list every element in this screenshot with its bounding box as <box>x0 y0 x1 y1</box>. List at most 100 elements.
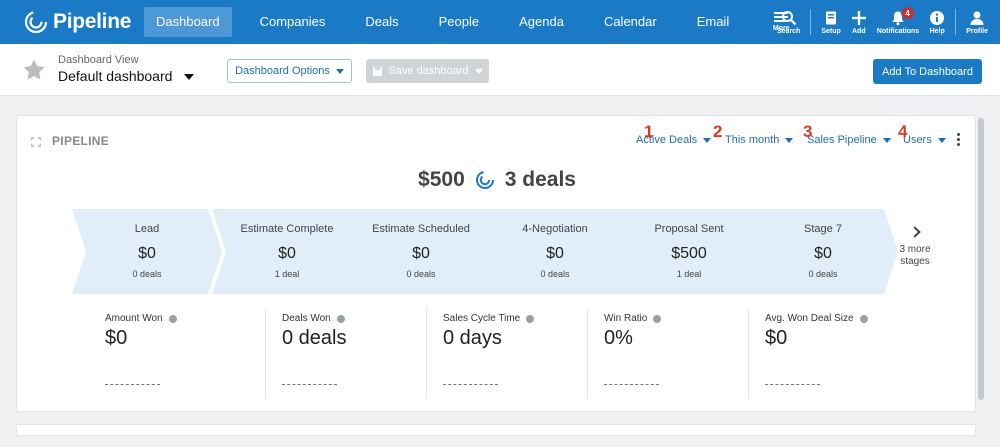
metric-label: Deals Won <box>282 313 331 324</box>
save-dashboard-label: Save dashboard <box>388 65 469 77</box>
annotation-number: 1 <box>644 122 654 141</box>
stage-count: 0 deals <box>132 269 162 279</box>
dashboard-view-label: Dashboard View <box>58 54 139 66</box>
widget-title: PIPELINE <box>52 134 110 148</box>
more-options-icon[interactable] <box>957 133 961 147</box>
expand-icon[interactable] <box>30 136 42 148</box>
nav-deals[interactable]: Deals <box>345 7 418 37</box>
stage-count: 0 deals <box>540 269 570 279</box>
dashboard-view-select[interactable]: Default dashboard <box>58 68 172 84</box>
profile-button[interactable]: Profile <box>961 10 1000 35</box>
stage-value: $0 <box>278 245 296 262</box>
chevron-down-icon <box>937 137 946 143</box>
dashboard-toolbar: Dashboard View Default dashboard Dashboa… <box>0 44 1000 96</box>
user-icon <box>970 11 984 25</box>
stage-count: 0 deals <box>406 269 436 279</box>
metric-value: 0% <box>604 327 633 349</box>
metric-label: Win Ratio <box>604 313 648 324</box>
more-stages-line2: stages <box>900 256 930 267</box>
stage-name: Estimate Scheduled <box>372 223 470 235</box>
plus-icon <box>851 10 866 25</box>
stage-estimate-complete[interactable]: Estimate Complete $0 1 deal <box>212 209 362 294</box>
nav-dashboard[interactable]: Dashboard <box>144 7 232 37</box>
pipeline-widget: PIPELINE 1 Active Deals 2 This month 3 S… <box>16 115 976 412</box>
setup-label: Setup <box>821 27 841 35</box>
filter-label: Sales Pipeline <box>807 134 877 146</box>
pipeline-summary: $500 3 deals <box>17 168 977 192</box>
nav-people[interactable]: People <box>419 7 499 37</box>
stage-name: 4-Negotiation <box>522 223 588 235</box>
help-button[interactable]: Help <box>924 10 950 35</box>
stage-negotiation[interactable]: 4-Negotiation $0 0 deals <box>480 209 630 294</box>
brand-logo[interactable]: Pipeline <box>0 0 144 44</box>
nav-agenda[interactable]: Agenda <box>499 7 584 37</box>
metric-label-row: Avg. Won Deal Size <box>765 313 868 324</box>
stage-count: 0 deals <box>808 269 838 279</box>
add-button[interactable]: Add <box>846 10 872 35</box>
stage-count: 1 deal <box>274 269 300 279</box>
metric-label: Amount Won <box>105 313 163 324</box>
metric-win-ratio: Win Ratio 0% <box>587 309 748 399</box>
nav-divider <box>810 9 812 35</box>
search-icon <box>781 10 796 25</box>
sparkline-placeholder <box>105 384 160 385</box>
more-stages-button[interactable]: 3 more stages <box>893 224 937 268</box>
filter-users[interactable]: 4 Users <box>898 122 946 146</box>
stage-value: $0 <box>814 245 832 262</box>
chevron-down-icon <box>474 68 483 74</box>
dashboard-options-button[interactable]: Dashboard Options <box>227 59 352 83</box>
notification-count-badge: 4 <box>900 5 915 20</box>
chevron-down-icon <box>785 137 794 143</box>
metric-label-row: Deals Won <box>282 313 345 324</box>
stage-count: 1 deal <box>676 269 702 279</box>
pipeline-logo-icon <box>24 10 48 34</box>
book-icon <box>826 11 837 24</box>
notifications-button[interactable]: 4 Notifications <box>872 5 924 35</box>
search-label: Search <box>777 27 801 35</box>
save-dashboard-button[interactable]: Save dashboard <box>366 59 489 83</box>
main-nav-links: Dashboard Companies Deals People Agenda … <box>144 0 801 44</box>
pipeline-stages: Lead $0 0 deals Estimate Complete $0 1 d… <box>72 209 902 294</box>
stage-proposal-sent[interactable]: Proposal Sent $500 1 deal <box>614 209 764 294</box>
annotation-number: 3 <box>803 122 813 141</box>
metric-value: $0 <box>105 327 128 349</box>
filter-date-range[interactable]: 2 This month <box>713 122 794 146</box>
stage-name: Estimate Complete <box>240 223 334 235</box>
dashboard-options-label: Dashboard Options <box>235 65 330 77</box>
filter-pipeline[interactable]: 3 Sales Pipeline <box>803 122 891 146</box>
chevron-down-icon <box>703 137 712 143</box>
stage-estimate-scheduled[interactable]: Estimate Scheduled $0 0 deals <box>346 209 496 294</box>
info-icon[interactable] <box>336 314 345 323</box>
metric-avg-won-deal-size: Avg. Won Deal Size $0 <box>748 309 899 399</box>
info-icon[interactable] <box>168 314 177 323</box>
info-icon[interactable] <box>653 314 662 323</box>
nav-calendar[interactable]: Calendar <box>584 7 677 37</box>
metric-value: 0 days <box>443 327 502 349</box>
stage-value: $0 <box>138 245 156 262</box>
info-icon <box>930 10 945 25</box>
chevron-down-icon[interactable] <box>184 74 194 80</box>
stage-lead[interactable]: Lead $0 0 deals <box>72 209 222 294</box>
metric-label-row: Sales Cycle Time <box>443 313 535 324</box>
stage-7[interactable]: Stage 7 $0 0 deals <box>748 209 898 294</box>
add-to-dashboard-button[interactable]: Add To Dashboard <box>873 59 982 84</box>
info-icon[interactable] <box>526 314 535 323</box>
metric-label: Sales Cycle Time <box>443 313 521 324</box>
nav-email[interactable]: Email <box>677 7 750 37</box>
summary-amount: $500 <box>418 168 465 191</box>
info-icon[interactable] <box>859 314 868 323</box>
star-icon[interactable] <box>22 58 46 82</box>
summary-deals: 3 deals <box>504 168 576 191</box>
filter-label: This month <box>725 134 780 146</box>
filter-active-deals[interactable]: 1 Active Deals <box>636 122 712 146</box>
setup-button[interactable]: Setup <box>816 10 845 35</box>
vertical-scrollbar[interactable] <box>978 118 984 400</box>
nav-divider <box>955 9 957 35</box>
nav-tools: Search Setup Add 4 Notifications Help Pr… <box>772 0 1000 44</box>
nav-companies[interactable]: Companies <box>240 7 346 37</box>
metric-amount-won: Amount Won $0 <box>89 309 265 399</box>
stage-value: $0 <box>412 245 430 262</box>
search-button[interactable]: Search <box>772 10 805 35</box>
stage-value: $500 <box>671 245 707 262</box>
help-label: Help <box>929 27 945 35</box>
